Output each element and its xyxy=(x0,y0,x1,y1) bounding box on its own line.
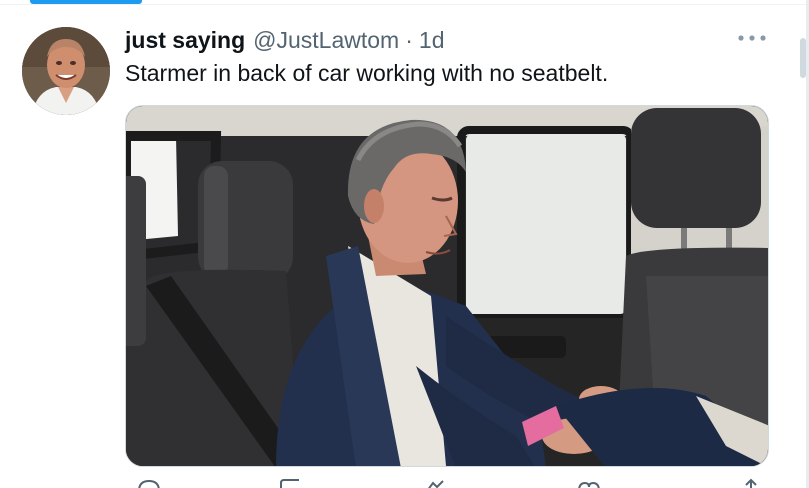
top-divider xyxy=(0,4,809,5)
avatar[interactable] xyxy=(22,27,110,115)
tweet-text: Starmer in back of car working with no s… xyxy=(125,60,609,86)
like-icon[interactable] xyxy=(575,477,603,488)
timestamp[interactable]: 1d xyxy=(419,27,445,54)
avatar-photo xyxy=(22,27,110,115)
tweet-photo[interactable] xyxy=(125,105,769,467)
tweet-header: just saying @JustLawtom · 1d xyxy=(125,27,445,53)
separator-dot: · xyxy=(405,27,413,53)
more-button[interactable] xyxy=(734,28,770,48)
tweet-action-bar xyxy=(125,477,769,488)
reply-icon[interactable] xyxy=(135,477,163,488)
retweet-icon[interactable] xyxy=(277,477,305,488)
more-horizontal-icon xyxy=(737,29,767,47)
user-handle[interactable]: @JustLawtom xyxy=(253,27,399,54)
share-icon[interactable] xyxy=(737,477,765,488)
tweet-page: just saying @JustLawtom · 1d Starmer in … xyxy=(0,0,809,488)
car-interior-photo xyxy=(126,106,768,466)
views-icon[interactable] xyxy=(421,477,449,488)
scrollbar-thumb[interactable] xyxy=(800,38,806,78)
display-name[interactable]: just saying xyxy=(125,27,245,54)
